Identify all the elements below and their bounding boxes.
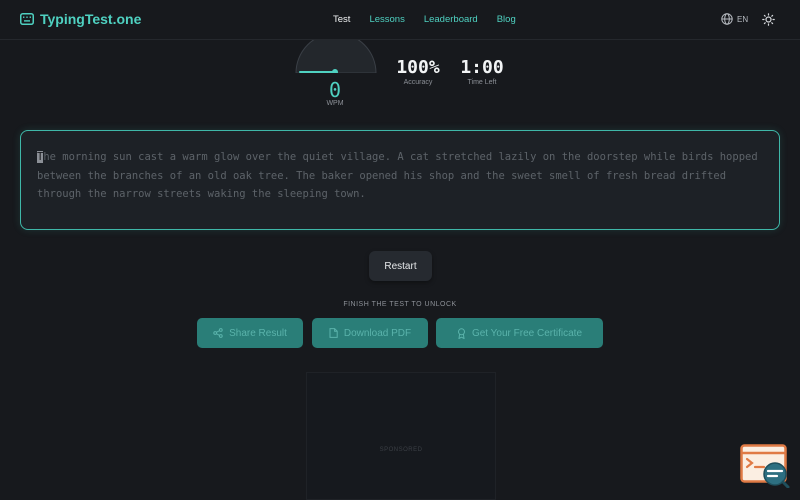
site-logo-text: TypingTest.one [40, 11, 142, 27]
nav-leaderboard[interactable]: Leaderboard [424, 14, 478, 25]
award-icon [457, 327, 465, 339]
unlock-hint: FINISH THE TEST TO UNLOCK [343, 301, 457, 308]
download-pdf-button[interactable]: Download PDF [312, 318, 428, 348]
typing-area[interactable]: The morning sun cast a warm glow over th… [20, 130, 780, 230]
top-bar: TypingTest.one Test Lessons Leaderboard … [0, 0, 800, 40]
support-widget[interactable] [740, 444, 790, 489]
site-logo[interactable]: TypingTest.one [20, 11, 141, 27]
chat-widget-icon [740, 444, 790, 489]
nav-lessons[interactable]: Lessons [369, 14, 404, 25]
theme-toggle[interactable] [762, 13, 775, 31]
main-nav: Test Lessons Leaderboard Blog [333, 14, 535, 25]
nav-test[interactable]: Test [333, 14, 350, 25]
globe-icon [721, 13, 733, 25]
sponsored-ad-slot[interactable]: SPONSORED [306, 372, 496, 500]
accuracy-stat: 100% Accuracy [388, 57, 448, 86]
wpm-gauge [295, 40, 377, 73]
file-icon [329, 328, 338, 338]
nav-blog[interactable]: Blog [497, 14, 516, 25]
sponsored-label: SPONSORED [379, 447, 423, 453]
download-pdf-label: Download PDF [343, 327, 412, 339]
time-left-label: Time Left [467, 79, 497, 86]
time-left-stat: 1:00 Time Left [452, 57, 512, 86]
language-switcher[interactable]: EN [721, 13, 748, 25]
language-label: EN [737, 14, 749, 24]
wpm-label: WPM [326, 100, 344, 107]
free-certificate-button[interactable]: Get Your Free Certificate [436, 318, 603, 348]
restart-button[interactable]: Restart [369, 251, 432, 281]
keyboard-icon [20, 13, 34, 25]
share-icon [213, 328, 223, 338]
accuracy-value: 100% [396, 57, 440, 78]
share-result-button[interactable]: Share Result [197, 318, 303, 348]
free-certificate-label: Get Your Free Certificate [471, 327, 583, 339]
time-left-value: 1:00 [460, 57, 504, 78]
wpm-value: 0 [328, 78, 342, 102]
typing-text: The morning sun cast a warm glow over th… [37, 148, 763, 204]
typing-remaining-text: he morning sun cast a warm glow over the… [37, 151, 758, 200]
sun-icon [762, 13, 775, 26]
share-result-label: Share Result [229, 327, 287, 339]
accuracy-label: Accuracy [403, 79, 433, 86]
